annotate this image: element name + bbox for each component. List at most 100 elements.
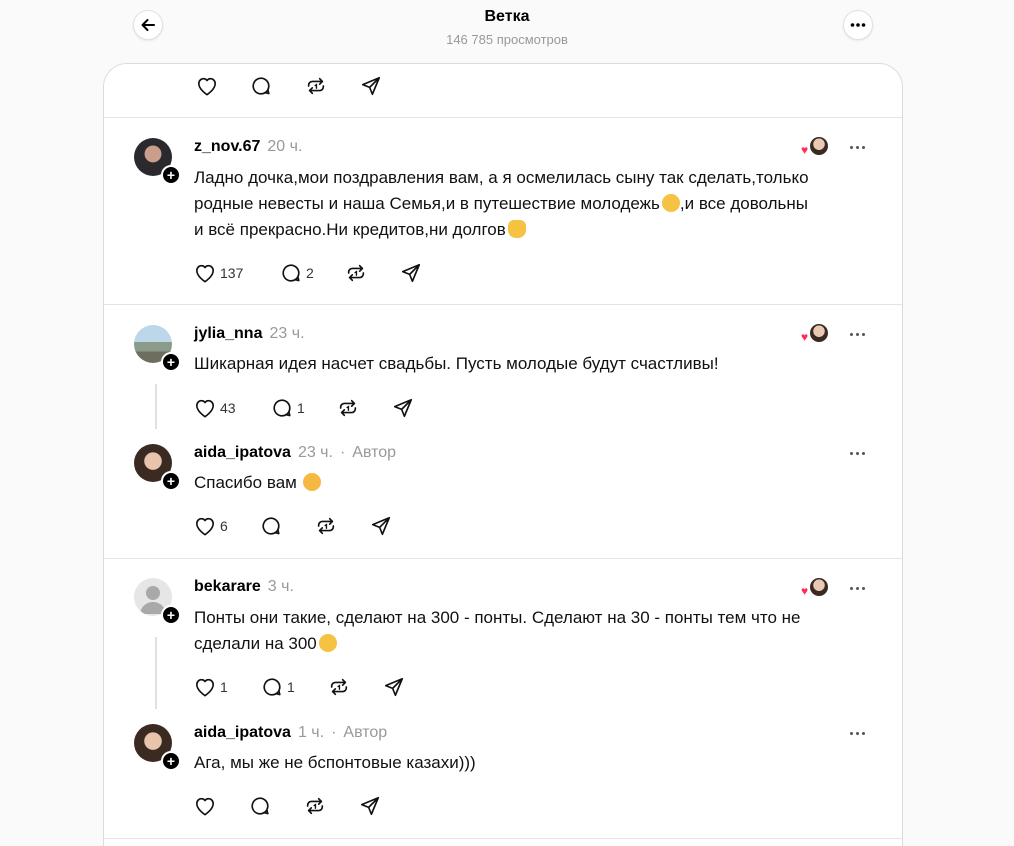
- reply-button[interactable]: [250, 75, 305, 97]
- author-liked-badge: ♥: [801, 136, 829, 158]
- username[interactable]: jylia_nna: [194, 325, 262, 343]
- reply-button[interactable]: [249, 795, 304, 817]
- reply-button[interactable]: 1: [261, 676, 328, 698]
- comment-bubble-icon: [252, 77, 270, 95]
- follow-button[interactable]: +: [161, 751, 181, 771]
- author-avatar-mini: [809, 136, 829, 156]
- plus-icon: +: [166, 354, 176, 370]
- send-icon: [401, 263, 421, 283]
- follow-button[interactable]: +: [161, 352, 181, 372]
- comment-menu-button[interactable]: [850, 142, 870, 152]
- author-avatar-mini: [809, 577, 829, 597]
- username[interactable]: aida_ipatova: [194, 724, 291, 742]
- heart-icon: [196, 797, 214, 816]
- reply-button[interactable]: 2: [280, 262, 345, 284]
- reply-count: 2: [306, 265, 314, 281]
- divider: [104, 117, 902, 118]
- heart-icon: [196, 399, 214, 418]
- comment-actions: 1 1: [194, 676, 413, 698]
- comment-bubble-icon: [282, 264, 300, 282]
- repost-button[interactable]: [337, 397, 392, 419]
- send-icon: [361, 76, 381, 96]
- like-button[interactable]: 1: [194, 676, 261, 698]
- username[interactable]: z_nov.67: [194, 138, 260, 156]
- plus-icon: +: [166, 753, 176, 769]
- username[interactable]: aida_ipatova: [194, 444, 291, 462]
- like-button[interactable]: [196, 75, 250, 97]
- comment-meta: bekarare 3 ч.: [194, 578, 294, 596]
- share-button[interactable]: [359, 795, 389, 817]
- share-button[interactable]: [360, 75, 390, 97]
- send-icon: [371, 516, 391, 536]
- plus-icon: +: [166, 473, 176, 489]
- reply-button[interactable]: 1: [271, 397, 337, 419]
- follow-button[interactable]: +: [161, 471, 181, 491]
- divider: [104, 304, 902, 305]
- share-button[interactable]: [383, 676, 413, 698]
- timestamp[interactable]: 23 ч.: [298, 444, 333, 462]
- follow-button[interactable]: +: [161, 605, 181, 625]
- comment-text: Спасибо вам: [194, 470, 874, 496]
- comment-text: Ага, мы же не бспонтовые казахи))): [194, 753, 476, 772]
- like-count: 1: [220, 679, 228, 695]
- comment-meta: jylia_nna 23 ч.: [194, 325, 305, 343]
- plus-icon: +: [166, 167, 176, 183]
- repost-button[interactable]: [345, 262, 400, 284]
- thumbs-up-emoji: [507, 220, 526, 238]
- repost-icon: [307, 77, 325, 95]
- hugging-face-emoji: [302, 473, 321, 491]
- username[interactable]: bekarare: [194, 578, 261, 596]
- heart-icon: ♥: [801, 584, 809, 598]
- like-count: 6: [220, 518, 228, 534]
- like-button[interactable]: 137: [194, 262, 280, 284]
- comment-bubble-icon: [262, 517, 280, 535]
- reply-button[interactable]: [260, 515, 315, 537]
- comment-actions: 6: [194, 515, 400, 537]
- share-button[interactable]: [400, 262, 430, 284]
- like-button[interactable]: 6: [194, 515, 260, 537]
- like-button[interactable]: 43: [194, 397, 271, 419]
- comment-menu-button[interactable]: [850, 448, 870, 458]
- timestamp[interactable]: 23 ч.: [269, 325, 304, 343]
- follow-button[interactable]: +: [161, 165, 181, 185]
- heart-icon: [196, 517, 214, 536]
- repost-button[interactable]: [305, 75, 360, 97]
- reply-count: 1: [297, 400, 305, 416]
- comment-meta: aida_ipatova 23 ч. · Автор: [194, 444, 396, 462]
- heart-icon: [196, 678, 214, 697]
- repost-icon: [306, 797, 324, 815]
- share-button[interactable]: [370, 515, 400, 537]
- raising-hands-emoji: [661, 194, 680, 212]
- comment-menu-button[interactable]: [850, 728, 870, 738]
- heart-icon: [196, 264, 214, 283]
- send-icon: [393, 398, 413, 418]
- repost-icon: [330, 678, 348, 696]
- thread-line: [155, 637, 157, 709]
- more-horizontal-icon: [850, 23, 866, 27]
- comment-menu-button[interactable]: [850, 583, 870, 593]
- repost-button[interactable]: [315, 515, 370, 537]
- comment-bubble-icon: [273, 399, 291, 417]
- timestamp[interactable]: 3 ч.: [268, 578, 294, 596]
- author-label: Автор: [352, 444, 397, 461]
- timestamp[interactable]: 1 ч.: [298, 724, 324, 742]
- comment-bubble-icon: [263, 678, 281, 696]
- comment-text: Ладно дочка,мои поздравления вам, а я ос…: [194, 168, 809, 239]
- more-options-button[interactable]: [843, 10, 873, 40]
- author-liked-badge: ♥: [801, 577, 829, 599]
- thread-header: Ветка 146 785 просмотров: [0, 0, 1014, 62]
- separator: ·: [339, 444, 346, 461]
- post-actions: [196, 75, 390, 97]
- like-count: 43: [220, 400, 236, 416]
- repost-button[interactable]: [304, 795, 359, 817]
- plus-icon: +: [166, 607, 176, 623]
- comment-text: Понты они такие, сделают на 300 - понты.…: [194, 608, 801, 653]
- like-count: 137: [220, 265, 244, 281]
- comment-menu-button[interactable]: [850, 329, 870, 339]
- timestamp[interactable]: 20 ч.: [267, 138, 302, 156]
- send-icon: [384, 677, 404, 697]
- comment-bubble-icon: [251, 797, 269, 815]
- share-button[interactable]: [392, 397, 422, 419]
- repost-button[interactable]: [328, 676, 383, 698]
- like-button[interactable]: [194, 795, 249, 817]
